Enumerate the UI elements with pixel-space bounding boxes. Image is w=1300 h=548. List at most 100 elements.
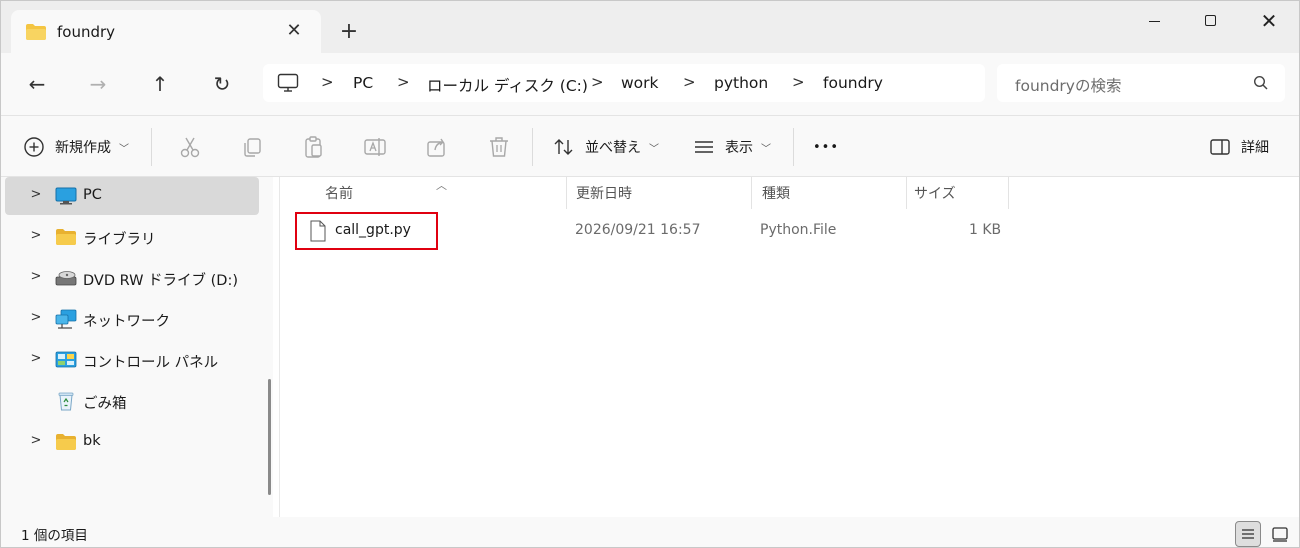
- new-button[interactable]: 新規作成 ﹀: [23, 134, 129, 160]
- monitor-icon: [277, 73, 299, 92]
- sort-ascending-icon: ︿: [436, 179, 447, 192]
- address-bar[interactable]: > PC > ローカル ディスク (C:) > work > python > …: [263, 64, 985, 102]
- sidebar-item-library[interactable]: > ライブラリ: [5, 218, 259, 256]
- search-placeholder: foundryの検索: [1015, 77, 1122, 95]
- details-view-icon: [1242, 529, 1254, 539]
- navigation-bar: ← → ↑ ↻ > PC > ローカル ディスク (C:) > work > p…: [1, 53, 1299, 115]
- network-icon: [55, 309, 77, 329]
- more-options-icon: •••: [813, 139, 840, 155]
- more-options-button[interactable]: •••: [813, 134, 839, 160]
- file-explorer-window: foundry ✕ + ✕ ← → ↑ ↻ > PC > ローカル ディスク (…: [0, 0, 1300, 548]
- breadcrumb-separator[interactable]: >: [683, 73, 696, 91]
- breadcrumb-pc[interactable]: PC: [353, 74, 373, 92]
- sidebar-item-network[interactable]: > ネットワーク: [5, 300, 259, 338]
- minimize-button[interactable]: [1131, 7, 1177, 35]
- column-header-size[interactable]: サイズ: [914, 183, 956, 203]
- sidebar-item-control-panel[interactable]: > コントロール パネル: [5, 341, 259, 379]
- sidebar-item-recycle-bin[interactable]: ごみ箱: [5, 382, 259, 420]
- plus-circle-icon: [24, 137, 44, 157]
- column-divider[interactable]: [906, 177, 907, 209]
- sidebar-item-pc[interactable]: > PC: [5, 177, 259, 215]
- sidebar-item-dvd-drive[interactable]: > DVD RW ドライブ (D:): [5, 259, 259, 297]
- details-view-button[interactable]: [1235, 521, 1261, 547]
- sidebar-item-label: ネットワーク: [83, 314, 170, 330]
- sidebar-item-label: bk: [83, 433, 101, 449]
- close-window-button[interactable]: ✕: [1246, 7, 1292, 35]
- expand-chevron-icon[interactable]: >: [29, 433, 43, 448]
- delete-icon[interactable]: [486, 134, 512, 160]
- paste-icon[interactable]: [300, 134, 326, 160]
- column-header-name[interactable]: 名前: [325, 183, 353, 203]
- title-bar: foundry ✕ + ✕: [1, 1, 1299, 53]
- search-icon: [1253, 75, 1268, 90]
- details-pane-icon: [1210, 139, 1230, 155]
- sidebar-item-label: コントロール パネル: [83, 355, 219, 371]
- sidebar-item-label: ごみ箱: [83, 396, 127, 412]
- column-divider[interactable]: [751, 177, 752, 209]
- minimize-icon: [1148, 20, 1160, 23]
- maximize-button[interactable]: [1187, 7, 1233, 35]
- refresh-button[interactable]: ↻: [209, 71, 235, 97]
- toolbar-divider: [532, 128, 533, 166]
- large-icons-view-icon: [1272, 527, 1288, 542]
- column-divider[interactable]: [1008, 177, 1009, 209]
- column-header-modified[interactable]: 更新日時: [576, 183, 632, 203]
- details-pane-button[interactable]: 詳細: [1209, 134, 1269, 160]
- item-count: 1 個の項目: [21, 528, 88, 544]
- forward-button[interactable]: →: [85, 71, 111, 97]
- folder-icon: [26, 24, 46, 40]
- details-pane-label: 詳細: [1241, 140, 1269, 156]
- expand-chevron-icon[interactable]: >: [29, 269, 43, 284]
- sort-button-label: 並べ替え: [585, 140, 641, 156]
- breadcrumb-separator[interactable]: >: [792, 73, 805, 91]
- column-divider[interactable]: [566, 177, 567, 209]
- view-button[interactable]: 表示 ﹀: [693, 134, 771, 160]
- recycle-bin-icon: [58, 392, 74, 411]
- chevron-down-icon: ﹀: [761, 143, 771, 155]
- maximize-icon: [1204, 14, 1216, 26]
- sidebar-item-label: PC: [83, 187, 102, 203]
- breadcrumb-python[interactable]: python: [714, 74, 768, 92]
- expand-chevron-icon[interactable]: >: [29, 310, 43, 325]
- dvd-drive-icon: [55, 271, 77, 286]
- chevron-down-icon: ﹀: [119, 143, 129, 155]
- sidebar-item-bk[interactable]: > bk: [5, 423, 259, 461]
- command-bar: 新規作成 ﹀ 並べ替え ﹀ 表示 ﹀ ••• 詳細: [1, 115, 1299, 177]
- breadcrumb-local-disk[interactable]: ローカル ディスク (C:): [427, 74, 588, 96]
- share-icon[interactable]: [424, 134, 450, 160]
- navigation-pane: > PC > ライブラリ > DVD RW ドライブ (D:) > ネットワーク…: [1, 177, 273, 517]
- breadcrumb-separator[interactable]: >: [591, 73, 604, 91]
- sort-icon: [554, 139, 573, 155]
- status-bar: 1 個の項目: [1, 517, 1299, 547]
- expand-chevron-icon[interactable]: >: [29, 228, 43, 243]
- folder-icon: [56, 229, 76, 245]
- view-button-label: 表示: [725, 140, 753, 156]
- new-tab-button[interactable]: +: [337, 20, 361, 44]
- control-panel-icon: [55, 351, 77, 368]
- tab-foundry[interactable]: foundry ✕: [11, 10, 321, 53]
- column-header-type[interactable]: 種類: [762, 183, 790, 203]
- expand-chevron-icon[interactable]: >: [29, 351, 43, 366]
- cut-icon[interactable]: [177, 134, 203, 160]
- file-size: 1 KB: [969, 222, 1002, 238]
- monitor-icon: [55, 187, 77, 205]
- folder-icon: [56, 434, 76, 450]
- breadcrumb-separator[interactable]: >: [397, 73, 410, 91]
- sidebar-item-label: DVD RW ドライブ (D:): [83, 273, 239, 289]
- breadcrumb-separator[interactable]: >: [321, 73, 334, 91]
- sort-button[interactable]: 並べ替え ﹀: [553, 134, 659, 160]
- up-button[interactable]: ↑: [147, 71, 173, 97]
- search-input[interactable]: foundryの検索: [997, 64, 1285, 102]
- rename-icon[interactable]: [362, 134, 388, 160]
- toolbar-divider: [793, 128, 794, 166]
- tab-close-button[interactable]: ✕: [283, 20, 305, 42]
- back-button[interactable]: ←: [24, 71, 50, 97]
- copy-icon[interactable]: [239, 134, 265, 160]
- file-type: Python.File: [760, 222, 837, 238]
- chevron-down-icon: ﹀: [649, 143, 659, 155]
- sidebar-scrollbar[interactable]: [268, 379, 271, 495]
- breadcrumb-foundry[interactable]: foundry: [823, 74, 883, 92]
- breadcrumb-work[interactable]: work: [621, 74, 659, 92]
- large-icons-view-button[interactable]: [1267, 521, 1293, 547]
- expand-chevron-icon[interactable]: >: [29, 187, 43, 202]
